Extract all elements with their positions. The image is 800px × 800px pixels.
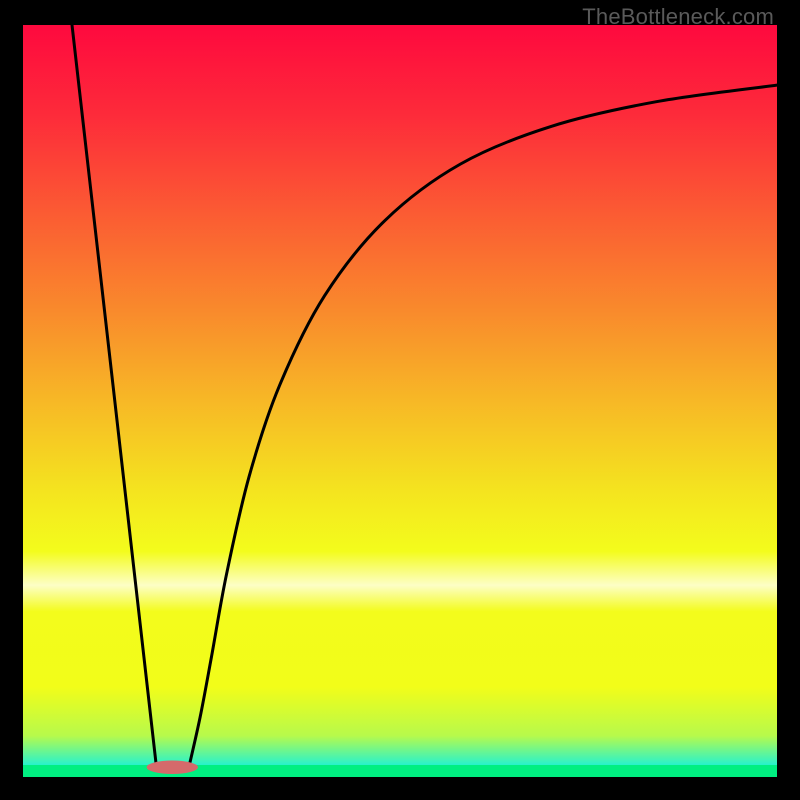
bottom-green-band <box>23 765 777 777</box>
watermark-text: TheBottleneck.com <box>582 4 774 30</box>
gradient-background <box>23 25 777 777</box>
plot-svg <box>23 25 777 777</box>
chart-frame: TheBottleneck.com <box>0 0 800 800</box>
plot-area <box>23 25 777 777</box>
valley-marker <box>147 760 198 774</box>
